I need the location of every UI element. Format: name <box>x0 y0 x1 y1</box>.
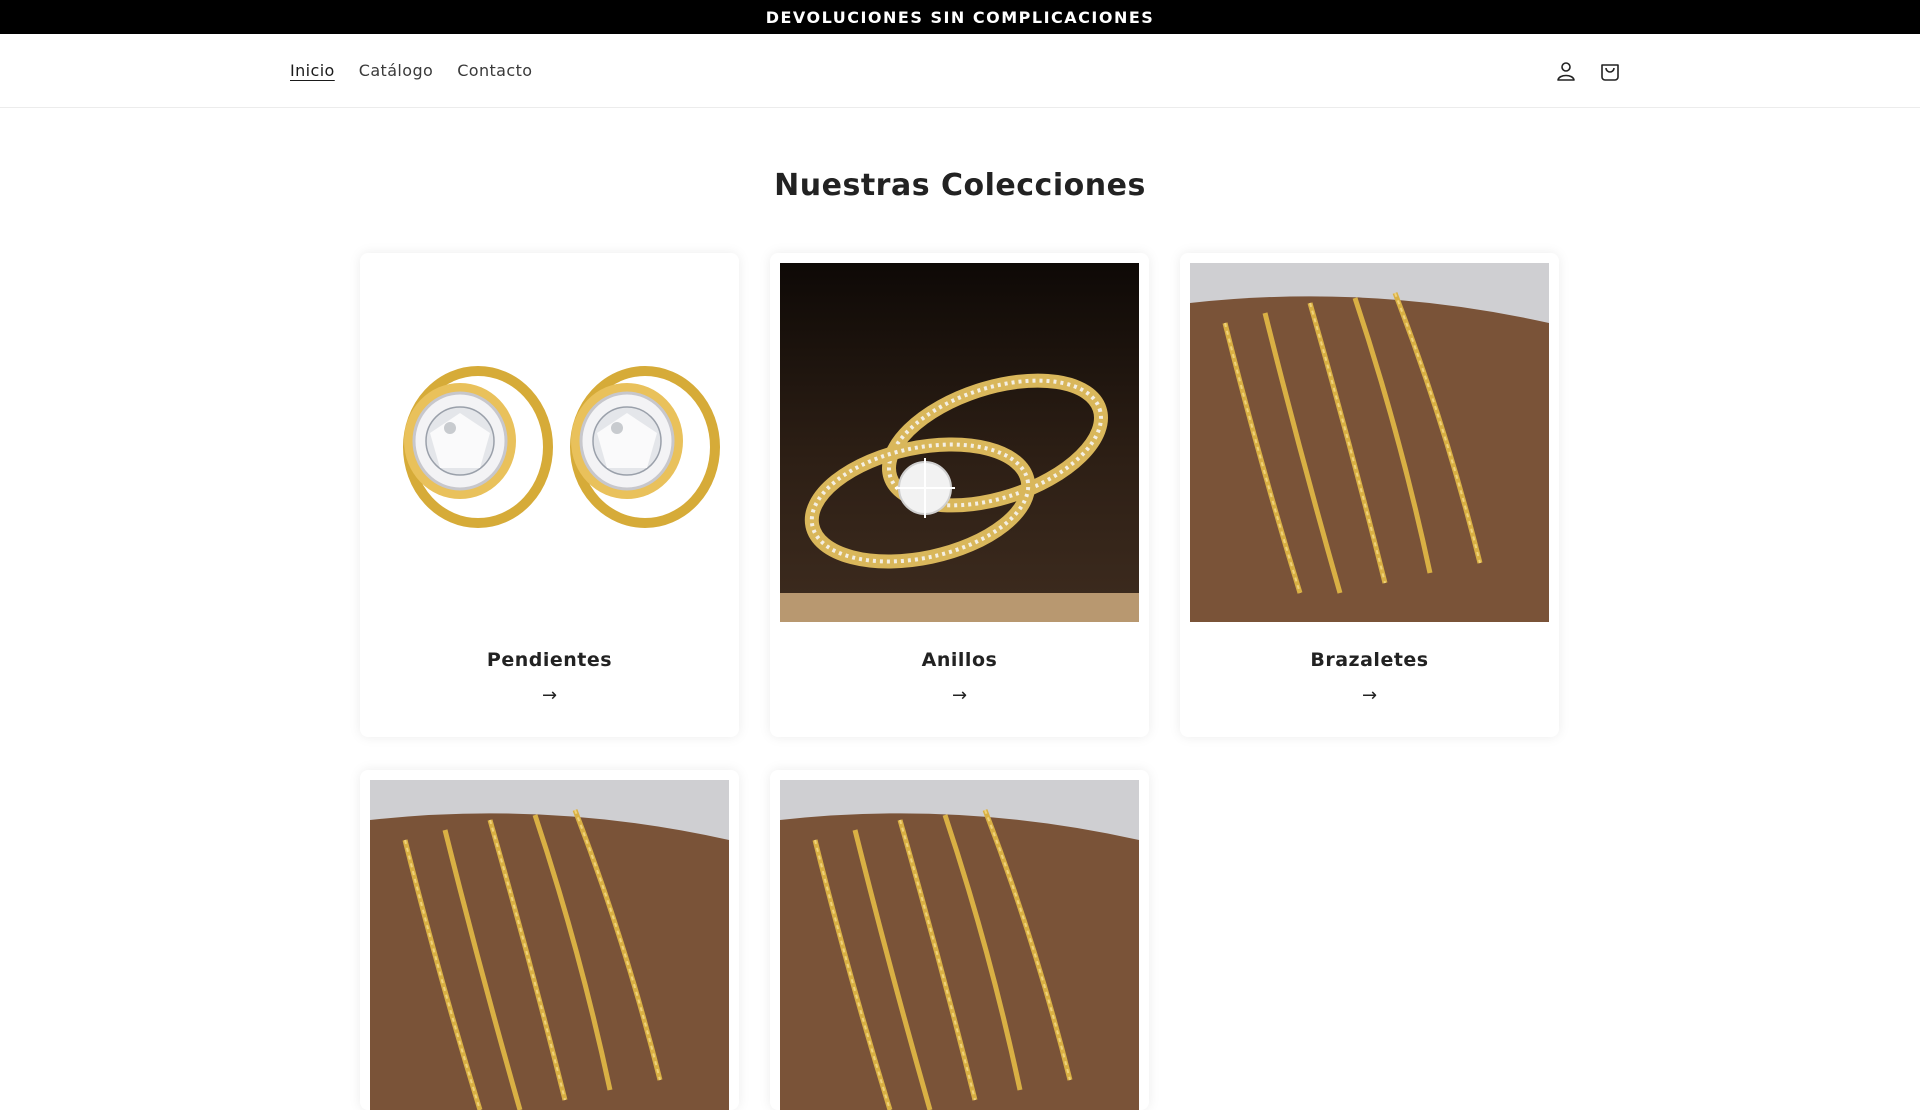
bracelets-image <box>780 780 1139 1110</box>
bracelets-image <box>370 780 729 1110</box>
header-icons <box>1552 34 1624 107</box>
collection-card-brazaletes[interactable]: Brazaletes → <box>1180 253 1559 737</box>
account-icon[interactable] <box>1552 57 1580 85</box>
main-nav: Inicio Catálogo Contacto <box>290 34 532 107</box>
collection-card-pendientes[interactable]: Pendientes → <box>360 253 739 737</box>
earrings-image <box>370 263 729 622</box>
nav-item-inicio[interactable]: Inicio <box>290 61 335 80</box>
site-header: Inicio Catálogo Contacto <box>0 34 1920 108</box>
announcement-text: DEVOLUCIONES SIN COMPLICACIONES <box>765 7 1155 27</box>
collection-card-4[interactable] <box>360 770 739 1110</box>
collection-name: Brazaletes <box>1310 649 1429 671</box>
announcement-bar: DEVOLUCIONES SIN COMPLICACIONES <box>0 0 1920 34</box>
collection-card-5[interactable] <box>770 770 1149 1110</box>
collection-card-anillos[interactable]: Anillos → <box>770 253 1149 737</box>
rings-image <box>780 263 1139 622</box>
collection-name: Pendientes <box>486 649 613 671</box>
bracelets-image <box>1190 263 1549 622</box>
arrow-right-icon[interactable]: → <box>360 685 739 706</box>
nav-item-contacto[interactable]: Contacto <box>457 61 532 80</box>
collection-name: Anillos <box>921 649 998 671</box>
cart-icon[interactable] <box>1596 57 1624 85</box>
nav-item-catalogo[interactable]: Catálogo <box>359 61 433 80</box>
arrow-right-icon[interactable]: → <box>1180 685 1559 706</box>
arrow-right-icon[interactable]: → <box>770 685 1149 706</box>
page-title: Nuestras Colecciones <box>774 168 1146 203</box>
